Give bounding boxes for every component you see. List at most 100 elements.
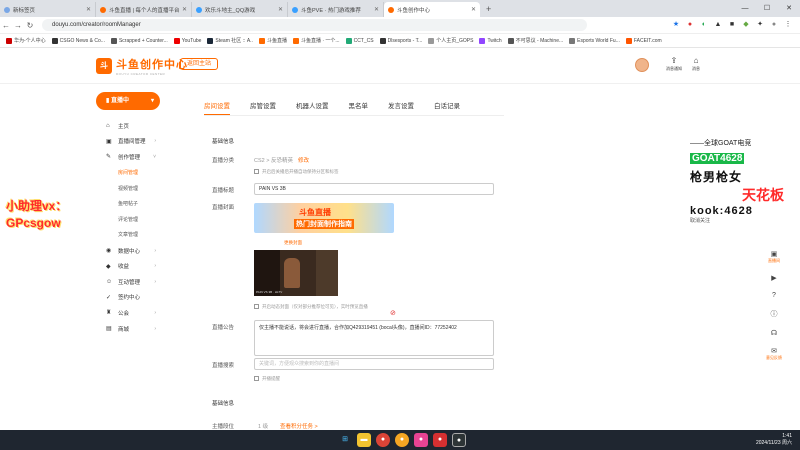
bookmark-item[interactable]: CSGO News & Co... [51, 37, 105, 44]
bookmark-item[interactable]: 华为-个人中心 [6, 37, 46, 44]
sidebar-item[interactable]: ✎ 创作管理 ˅ [96, 149, 186, 165]
checkbox[interactable] [254, 304, 259, 310]
sidebar-item[interactable]: ▣ 直播间管理 › [96, 134, 186, 150]
profile-icon[interactable]: ● [768, 19, 780, 31]
notice-textarea[interactable]: 仅主播不能说话，将会进行直播，合作加Q429319451 (bocal头像)，直… [254, 320, 494, 356]
bookmark-item[interactable]: 斗鱼直播 · 一个... [292, 37, 340, 44]
menu-icon[interactable]: ⋮ [782, 19, 794, 31]
file-explorer-icon[interactable]: ▬ [357, 433, 371, 447]
bookmark-item[interactable]: Esports World Fu... [569, 37, 620, 44]
sidebar-item[interactable]: ◉ 数据中心 › [96, 243, 186, 259]
app-icon[interactable]: ● [433, 433, 447, 447]
sidebar-item[interactable]: ☺ 互动管理 › [96, 274, 186, 290]
close-icon[interactable]: ✕ [182, 6, 187, 13]
forward-icon[interactable]: → [12, 21, 24, 30]
category-auto-checkbox[interactable]: 开启后关播后开播自动保持分区和标签 [254, 169, 339, 175]
url-field[interactable]: douyu.com/creator/roomManager [42, 19, 587, 31]
checkbox[interactable] [254, 169, 259, 175]
sidebar-icon: ⌂ [106, 122, 110, 129]
checkbox[interactable] [254, 376, 259, 382]
sidebar-item[interactable]: ▤ 商城 › [96, 321, 186, 337]
sidebar-item[interactable]: 鱼吧帖子 [96, 196, 186, 212]
bookmark-item[interactable]: Steam 社区 :: A.. [207, 37, 253, 44]
cover-guide-banner[interactable]: 斗鱼直播 热门封面制作指南 [254, 203, 394, 233]
browser-tab[interactable]: 新标签页 ✕ [0, 2, 96, 17]
app-icon[interactable]: ● [452, 433, 466, 447]
bookmark-item[interactable]: FACEIT.com [625, 37, 662, 44]
maximize-icon[interactable]: ☐ [756, 0, 778, 17]
change-cover-link[interactable]: 更换封面 [284, 240, 302, 246]
sidebar-item-label: 评论管理 [118, 216, 139, 223]
sidebar-item-label: 收益 [118, 264, 130, 271]
notification-button[interactable]: ⇪ 消息通知 [663, 56, 685, 72]
sidebar-item-label: 直播间管理 [118, 139, 146, 146]
feedback-float-button[interactable]: ✉ 意见反馈 [765, 347, 783, 361]
browser-tab[interactable]: 斗鱼直播 | 每个人的直播平台 ✕ [96, 2, 192, 17]
bookmark-item[interactable]: YouTube [173, 37, 201, 44]
extension-icon[interactable]: ● [684, 19, 696, 31]
extension-icon[interactable]: ◐ [698, 19, 710, 31]
reload-icon[interactable]: ↻ [24, 21, 36, 30]
close-window-icon[interactable]: ✕ [778, 0, 800, 17]
tab-records[interactable]: 白话记录 [434, 100, 460, 115]
extension-icon[interactable]: ▲ [712, 19, 724, 31]
message-button[interactable]: ⌂ 消息 [685, 56, 707, 72]
sidebar-item[interactable]: 视频管理 [96, 180, 186, 196]
back-icon[interactable]: ← [0, 21, 12, 30]
sidebar-item[interactable]: ⌂ 主页 [96, 118, 186, 134]
sidebar-item[interactable]: ◆ 收益 › [96, 258, 186, 274]
extension-icon[interactable]: ◆ [740, 19, 752, 31]
browser-tab[interactable]: 斗鱼PVE · 热门游戏推荐 ✕ [288, 2, 384, 17]
bookmark-icon [345, 37, 352, 44]
title-input[interactable]: PAIN VS 3B [254, 183, 494, 195]
tab-bot-settings[interactable]: 机器人设置 [296, 100, 329, 115]
tab-room-settings[interactable]: 房间设置 [204, 100, 230, 115]
sidebar-item[interactable]: ♜ 公会 › [96, 305, 186, 321]
puzzle-icon[interactable]: ✦ [754, 19, 766, 31]
app-icon[interactable]: ● [395, 433, 409, 447]
tab-speech-settings[interactable]: 发言设置 [388, 100, 414, 115]
chrome-icon[interactable]: ● [376, 433, 390, 447]
cover-thumbnail[interactable]: PAIN VS 3B · HLTV [254, 250, 338, 296]
avatar[interactable] [635, 58, 649, 72]
room-float-button[interactable]: ▣ 直播间 [765, 250, 783, 264]
help-float-button[interactable]: ? [765, 292, 783, 299]
back-to-site-button[interactable]: 返回主站 [180, 58, 219, 70]
bookmark-item[interactable]: 不可思议 - Machine... [507, 37, 563, 44]
level-task-link[interactable]: 查看积分任务 > [280, 422, 318, 430]
sidebar-item[interactable]: 房间管理 [96, 165, 186, 181]
sidebar-item[interactable]: 文章管理 [96, 227, 186, 243]
bookmark-item[interactable]: CCT_CS [345, 37, 374, 44]
logo[interactable]: 斗 斗鱼创作中心 DOUYU CREATOR CENTER [96, 56, 188, 76]
extension-icon[interactable]: ■ [726, 19, 738, 31]
bookmark-item[interactable]: Dlsesports - T... [379, 37, 422, 44]
close-icon[interactable]: ✕ [278, 6, 283, 13]
search-keywords-input[interactable]: 关键词，方便观众搜索到你的直播间 [254, 358, 494, 370]
live-status-button[interactable]: ▮ 直播中 ▾ [96, 92, 160, 110]
category-change-link[interactable]: 修改 [298, 156, 309, 164]
tab-blacklist[interactable]: 黑名单 [349, 100, 369, 115]
notify-checkbox[interactable]: 开播提醒 [254, 376, 280, 382]
browser-tab[interactable]: 欢乐斗地主_QQ游戏 ✕ [192, 2, 288, 17]
bookmark-item[interactable]: 个人主页_GOPS [428, 37, 473, 44]
app-icon[interactable]: ● [414, 433, 428, 447]
sidebar-item[interactable]: ✓ 签约中心 [96, 290, 186, 306]
sidebar-item[interactable]: 评论管理 [96, 212, 186, 228]
dynamic-cover-checkbox[interactable]: 开启动态封面（仅对部分推荐位可见），实时预览直播 [254, 304, 368, 310]
close-icon[interactable]: ✕ [86, 6, 91, 13]
video-float-button[interactable]: ▶ [765, 274, 783, 282]
close-icon[interactable]: ✕ [471, 6, 476, 13]
bookmark-item[interactable]: Twitch [479, 37, 502, 44]
star-icon[interactable]: ★ [670, 19, 682, 31]
browser-tab-active[interactable]: 斗鱼创作中心 ✕ [384, 2, 480, 17]
windows-start-icon[interactable]: ⊞ [338, 433, 352, 447]
minimize-icon[interactable]: — [734, 0, 756, 17]
info-float-button[interactable]: ⓘ [765, 309, 783, 319]
tab-admin-settings[interactable]: 房管设置 [250, 100, 276, 115]
new-tab-button[interactable]: + [480, 2, 497, 17]
close-icon[interactable]: ✕ [374, 6, 379, 13]
sidebar-icon: ◉ [106, 248, 112, 255]
service-float-button[interactable]: ☊ [765, 329, 783, 337]
bookmark-item[interactable]: Scrapped + Counter... [110, 37, 168, 44]
bookmark-item[interactable]: 斗鱼直播 [258, 37, 287, 44]
